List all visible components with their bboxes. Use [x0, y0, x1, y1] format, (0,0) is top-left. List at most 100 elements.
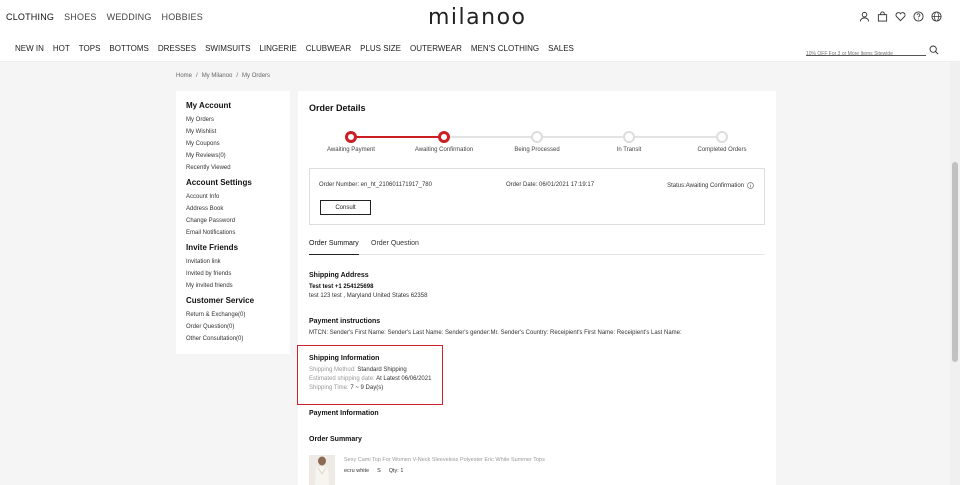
sidebar-group-title: Account Settings: [186, 178, 252, 187]
step-label: Awaiting Payment: [327, 147, 375, 153]
breadcrumb-my-milanoo[interactable]: My Milanoo: [202, 73, 233, 79]
category-nav: CLOTHING SHOES WEDDING HOBBIES: [6, 12, 203, 22]
category-clothing[interactable]: CLOTHING: [6, 12, 54, 22]
nav-dresses[interactable]: DRESSES: [158, 44, 196, 53]
nav-swimsuits[interactable]: SWIMSUITS: [205, 44, 250, 53]
category-hobbies[interactable]: HOBBIES: [162, 12, 203, 22]
page-title: Order Details: [309, 103, 366, 113]
sidebar-item-address-book[interactable]: Address Book: [186, 203, 280, 215]
sidebar-item-order-question[interactable]: Order Question(0): [186, 321, 280, 333]
section-title: Shipping Address: [309, 272, 369, 279]
category-wedding[interactable]: WEDDING: [107, 12, 152, 22]
main-nav-items: NEW IN HOT TOPS BOTTOMS DRESSES SWIMSUIT…: [15, 44, 574, 53]
sidebar-item-my-invited-friends[interactable]: My invited friends: [186, 280, 280, 292]
step-label: Awaiting Confirmation: [414, 147, 474, 153]
shipping-method: Shipping Method: Standard Shipping: [309, 366, 431, 375]
step-dot-awaiting-payment: [345, 131, 357, 143]
order-details-panel: Order Details Awaiting Payment Awaiting …: [297, 91, 776, 485]
sidebar-item-change-password[interactable]: Change Password: [186, 215, 280, 227]
user-icon[interactable]: [859, 11, 870, 22]
nav-bottoms[interactable]: BOTTOMS: [109, 44, 148, 53]
breadcrumb-home[interactable]: Home: [176, 73, 192, 79]
shipping-method-value: Standard Shipping: [357, 367, 407, 373]
breadcrumb: Home / My Milanoo / My Orders: [176, 73, 270, 79]
sidebar-item-email-notifications[interactable]: Email Notifications: [186, 227, 280, 239]
site-logo[interactable]: milanoo: [428, 5, 527, 30]
order-status: Status:Awaiting Confirmation: [667, 182, 754, 189]
sidebar-item-recently-viewed[interactable]: Recently Viewed: [186, 162, 280, 174]
product-name[interactable]: Sexy Cami Top For Women V-Neck Sleeveles…: [344, 457, 545, 463]
section-title: Payment instructions: [309, 318, 381, 325]
tab-order-summary[interactable]: Order Summary: [309, 240, 359, 255]
top-header: CLOTHING SHOES WEDDING HOBBIES milanoo: [0, 0, 960, 35]
sidebar-item-account-info[interactable]: Account Info: [186, 191, 280, 203]
sidebar-item-other-consultation[interactable]: Other Consultation(0): [186, 333, 280, 345]
search-icon[interactable]: [929, 42, 939, 55]
sidebar-item-return-exchange[interactable]: Return & Exchange(0): [186, 309, 280, 321]
sidebar-group-invite-friends: Invite Friends Invitation link Invited b…: [186, 243, 280, 292]
product-meta: ecru white S Qty: 1: [344, 468, 403, 474]
nav-outerwear[interactable]: OUTERWEAR: [410, 44, 462, 53]
nav-new-in[interactable]: NEW IN: [15, 44, 44, 53]
shipping-time-label: Shipping Time:: [309, 385, 349, 391]
nav-clubwear[interactable]: CLUBWEAR: [306, 44, 351, 53]
payment-instructions-text: MTCN: Sender's First Name: Sender's Last…: [309, 330, 682, 336]
account-sidebar: My Account My Orders My Wishlist My Coup…: [176, 91, 290, 354]
sidebar-group-customer-service: Customer Service Return & Exchange(0) Or…: [186, 296, 280, 345]
breadcrumb-my-orders[interactable]: My Orders: [242, 73, 270, 79]
nav-mens-clothing[interactable]: MEN'S CLOTHING: [471, 44, 539, 53]
shipping-address-name: Test test +1 254125698: [309, 284, 374, 290]
order-info-box: Order Number: en_ht_210601171917_780 Ord…: [309, 168, 765, 225]
scrollbar-thumb[interactable]: [952, 162, 958, 362]
payment-instructions-section: Payment instructions MTCN: Sender's Firs…: [309, 318, 682, 338]
heart-icon[interactable]: [895, 11, 906, 22]
consult-button[interactable]: Consult: [320, 200, 371, 215]
sidebar-group-my-account: My Account My Orders My Wishlist My Coup…: [186, 101, 280, 174]
info-icon[interactable]: [747, 182, 754, 189]
shipping-time: Shipping Time: 7 ~ 9 Day(s): [309, 384, 431, 393]
product-image[interactable]: [309, 455, 335, 485]
help-icon[interactable]: [913, 11, 924, 22]
sidebar-item-invited-by-friends[interactable]: Invited by friends: [186, 268, 280, 280]
sidebar-group-title: Customer Service: [186, 296, 255, 305]
bag-icon[interactable]: [877, 11, 888, 22]
sidebar-group-account-settings: Account Settings Account Info Address Bo…: [186, 178, 280, 239]
section-title: Payment Information: [309, 410, 379, 417]
product-size: S: [377, 468, 381, 474]
globe-icon[interactable]: [931, 11, 942, 22]
sidebar-item-invitation-link[interactable]: Invitation link: [186, 256, 280, 268]
step-dot-being-processed: [531, 131, 543, 143]
order-tabs: Order Summary Order Question: [309, 238, 765, 255]
step-dot-awaiting-confirmation: [438, 131, 450, 143]
nav-sales[interactable]: SALES: [548, 44, 574, 53]
nav-lingerie[interactable]: LINGERIE: [259, 44, 296, 53]
sidebar-group-title: Invite Friends: [186, 243, 239, 252]
shipping-date-value: At Latest 06/06/2021: [376, 376, 432, 382]
breadcrumb-separator: /: [236, 73, 239, 79]
order-status-text: Status:Awaiting Confirmation: [667, 182, 744, 189]
sidebar-group-title: My Account: [186, 101, 232, 110]
step-label: In Transit: [616, 147, 642, 153]
search-input[interactable]: [806, 47, 926, 61]
nav-tops[interactable]: TOPS: [79, 44, 101, 53]
nav-hot[interactable]: HOT: [53, 44, 70, 53]
step-dot-completed: [716, 131, 728, 143]
category-shoes[interactable]: SHOES: [64, 12, 97, 22]
sidebar-item-my-reviews[interactable]: My Reviews(0): [186, 150, 280, 162]
shipping-date-label: Estimated shipping date:: [309, 376, 375, 382]
order-progress: Awaiting Payment Awaiting Confirmation B…: [298, 128, 776, 158]
shipping-date: Estimated shipping date: At Latest 06/06…: [309, 375, 431, 384]
shipping-information-section: Shipping Information Shipping Method: St…: [309, 355, 431, 393]
shipping-time-value: 7 ~ 9 Day(s): [350, 385, 384, 391]
sidebar-item-my-wishlist[interactable]: My Wishlist: [186, 126, 280, 138]
order-date: Order Date: 06/01/2021 17:19:17: [506, 182, 595, 188]
nav-plus-size[interactable]: PLUS SIZE: [360, 44, 401, 53]
sidebar-item-my-orders[interactable]: My Orders: [186, 114, 280, 126]
tab-order-question[interactable]: Order Question: [371, 240, 419, 255]
main-nav: NEW IN HOT TOPS BOTTOMS DRESSES SWIMSUIT…: [0, 35, 960, 62]
section-title: Shipping Information: [309, 355, 380, 362]
page-scrollbar[interactable]: [950, 62, 960, 485]
step-dot-in-transit: [623, 131, 635, 143]
section-title: Order Summary: [309, 436, 362, 443]
sidebar-item-my-coupons[interactable]: My Coupons: [186, 138, 280, 150]
